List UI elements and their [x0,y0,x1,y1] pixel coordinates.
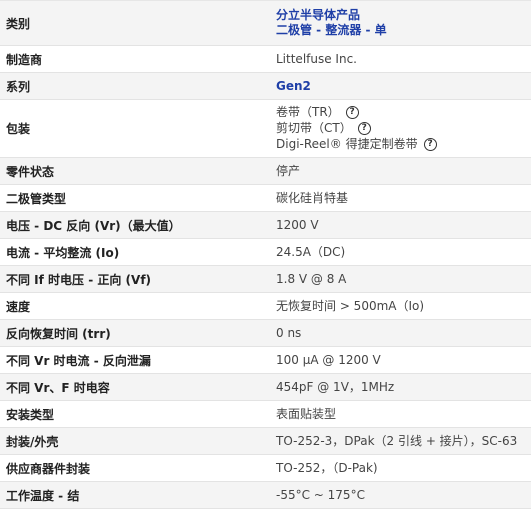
row-supplier-device-package: 供应商器件封装 TO-252，（D-Pak) [0,455,531,482]
row-label: 不同 If 时电压 - 正向 (Vf) [6,272,152,287]
row-speed: 速度 无恢复时间 > 500mA（Io) [0,293,531,320]
question-circle-icon[interactable]: ? [423,138,437,151]
row-value: Littelfuse Inc. [276,51,357,66]
row-label: 封装/外壳 [6,434,59,449]
category-link-discrete-semiconductors[interactable]: 分立半导体产品 [276,8,360,22]
row-label: 制造商 [6,52,43,67]
row-value: 表面贴装型 [276,406,337,421]
row-operating-temperature: 工作温度 - 结 -55°C ~ 175°C [0,482,531,509]
row-label: 类别 [6,16,31,31]
row-label: 包装 [6,122,31,136]
row-reverse-recovery-time: 反向恢复时间 (trr) 0 ns [0,320,531,347]
row-label: 系列 [6,79,31,94]
row-value: 分立半导体产品 二极管 - 整流器 - 单 [270,8,531,38]
row-label: 电压 - DC 反向 (Vr)（最大值） [6,218,181,233]
packaging-option-cut-tape: 剪切带（CT） ? [276,121,531,137]
row-packaging: 包装 卷带（TR） ? 剪切带（CT） ? Digi-Reel® 得捷定制卷带 … [0,100,531,158]
row-mounting-type: 安装类型 表面贴装型 [0,401,531,428]
row-label: 供应商器件封装 [6,461,91,476]
row-value: 24.5A（DC) [276,244,346,259]
row-label: 速度 [6,299,31,314]
row-label: 二极管类型 [6,191,67,206]
row-capacitance: 不同 Vr、F 时电容 454pF @ 1V，1MHz [0,374,531,401]
packaging-option-label: Digi-Reel® 得捷定制卷带 [276,137,418,151]
row-value: 碳化硅肖特基 [276,190,349,205]
row-value: 无恢复时间 > 500mA（Io) [276,298,425,313]
row-current-avg-rectified: 电流 - 平均整流 (Io) 24.5A（DC) [0,239,531,266]
row-forward-voltage: 不同 If 时电压 - 正向 (Vf) 1.8 V @ 8 A [0,266,531,293]
row-voltage-dc-reverse: 电压 - DC 反向 (Vr)（最大值） 1200 V [0,212,531,239]
row-value: 1.8 V @ 8 A [276,271,347,286]
row-label: 电流 - 平均整流 (Io) [6,245,120,260]
question-circle-icon[interactable]: ? [345,106,359,119]
row-value: TO-252，（D-Pak) [276,460,378,475]
packaging-option-digi-reel: Digi-Reel® 得捷定制卷带 ? [276,137,531,153]
row-value: 454pF @ 1V，1MHz [276,379,395,394]
row-manufacturer: 制造商 Littelfuse Inc. [0,46,531,73]
packaging-option-label: 卷带（TR） [276,105,340,119]
row-label: 零件状态 [6,164,55,179]
row-label: 安装类型 [6,407,55,422]
row-value: 100 µA @ 1200 V [276,352,381,367]
row-value: 1200 V [276,217,319,232]
packaging-option-label: 剪切带（CT） [276,121,352,135]
category-link-rectifiers-single[interactable]: 二极管 - 整流器 - 单 [276,23,387,37]
row-label: 反向恢复时间 (trr) [6,326,111,341]
row-value: TO-252-3，DPak（2 引线 + 接片），SC-63 [276,433,518,448]
row-label: 工作温度 - 结 [6,488,80,503]
row-label: 不同 Vr 时电流 - 反向泄漏 [6,353,151,368]
row-value: -55°C ~ 175°C [276,487,365,502]
row-diode-type: 二极管类型 碳化硅肖特基 [0,185,531,212]
row-value: 0 ns [276,325,302,340]
row-series: 系列 Gen2 [0,73,531,100]
row-label: 不同 Vr、F 时电容 [6,380,110,395]
product-attributes-table: 类别 分立半导体产品 二极管 - 整流器 - 单 制造商 Littelfuse … [0,0,531,509]
question-circle-icon[interactable]: ? [357,122,371,135]
row-value: Gen2 [270,79,531,94]
series-link[interactable]: Gen2 [276,79,311,93]
row-category: 类别 分立半导体产品 二极管 - 整流器 - 单 [0,1,531,46]
row-package-case: 封装/外壳 TO-252-3，DPak（2 引线 + 接片），SC-63 [0,428,531,455]
packaging-option-tape-reel: 卷带（TR） ? [276,105,531,121]
row-value: 卷带（TR） ? 剪切带（CT） ? Digi-Reel® 得捷定制卷带 ? [270,105,531,153]
row-reverse-leakage: 不同 Vr 时电流 - 反向泄漏 100 µA @ 1200 V [0,347,531,374]
row-part-status: 零件状态 停产 [0,158,531,185]
row-value: 停产 [276,163,301,178]
